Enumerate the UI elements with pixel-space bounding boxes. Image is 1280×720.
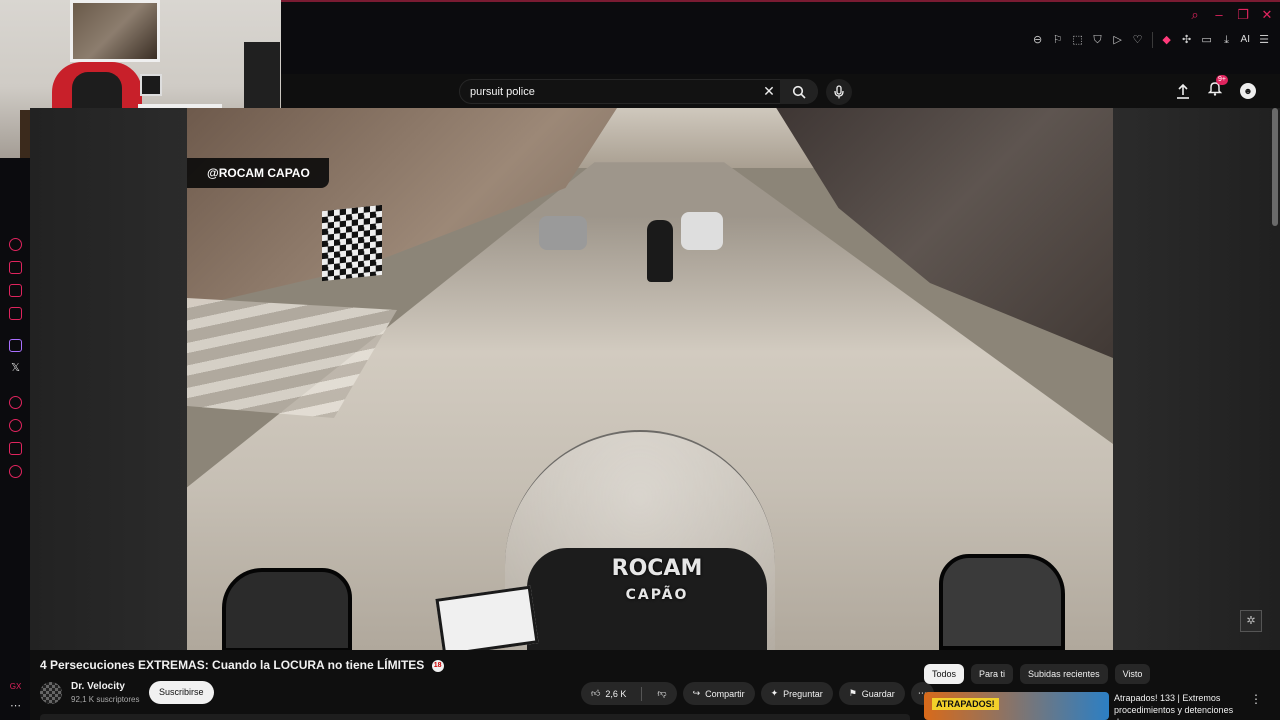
video-details: 4 Persecuciones EXTREMAS: Cuando la LOCU…: [30, 650, 1280, 720]
toolbar-divider: [1151, 32, 1153, 48]
screen: ⌕ ‒ ❐ ✕ ⊖ ⚐ ⬚ ⛉ ▷ ♡ ◆ ✣ ▭ ⤓ AI ☰ ✕: [0, 0, 1280, 720]
video-motorcyclist: [647, 220, 673, 282]
clear-search-icon[interactable]: ✕: [758, 83, 780, 100]
minimize-icon[interactable]: ‒: [1212, 8, 1226, 22]
like-divider: [641, 686, 643, 701]
zoom-icon[interactable]: ⊖: [1032, 33, 1044, 47]
subscribe-button[interactable]: Suscribirse: [149, 681, 214, 704]
like-dislike-group: 👍︎ 2,6 K 👎︎: [581, 682, 677, 705]
video-parked-car: [539, 216, 587, 250]
twitch-icon[interactable]: [9, 339, 22, 352]
snapshot-icon[interactable]: ⬚: [1072, 33, 1084, 47]
webcam-monitor: [140, 74, 162, 96]
wallet-icon[interactable]: ▭: [1201, 33, 1213, 47]
microphone-icon: [834, 85, 844, 99]
download-icon[interactable]: ⤓: [1221, 33, 1233, 47]
video-white-car: [681, 212, 723, 250]
x-twitter-icon[interactable]: 𝕏: [9, 362, 22, 375]
video-logo: ROCAM CAPÃO: [587, 556, 727, 626]
thumbnail-label: ATRAPADOS!: [932, 698, 999, 710]
heart-icon[interactable]: ♡: [1132, 33, 1144, 47]
recommended-more-icon[interactable]: ⋮: [1250, 692, 1262, 706]
extension-icon[interactable]: ◆: [1161, 33, 1173, 47]
share-button[interactable]: ↪ Compartir: [682, 682, 755, 705]
video-watermark: @ROCAM CAPAO: [187, 158, 329, 188]
sidebar-store-icon[interactable]: [9, 261, 22, 274]
puzzle-icon[interactable]: ✣: [1181, 33, 1193, 47]
player-ambient-right: [1113, 108, 1280, 650]
bookmark-icon: ⚑: [848, 688, 857, 698]
browser-titlebar: ⌕ ‒ ❐ ✕ ⊖ ⚐ ⬚ ⛉ ▷ ♡ ◆ ✣ ▭ ⤓ AI ☰: [281, 0, 1280, 74]
dislike-button[interactable]: 👎︎: [647, 682, 676, 705]
youtube-masthead: ✕ 9+ ☻: [281, 74, 1280, 108]
search-button[interactable]: [780, 79, 818, 104]
search-box: ✕: [459, 79, 818, 104]
channel-name[interactable]: Dr. Velocity: [71, 681, 125, 692]
chip-visto[interactable]: Visto: [1114, 664, 1151, 684]
bookmark-icon[interactable]: ⚐: [1052, 33, 1064, 47]
play-icon[interactable]: ▷: [1112, 33, 1124, 47]
more-icon[interactable]: ⋯: [9, 700, 22, 713]
settings-icon[interactable]: [9, 465, 22, 478]
notifications-button[interactable]: 9+: [1207, 75, 1228, 101]
player-ambient-left: [30, 108, 187, 650]
ask-label: Preguntar: [783, 688, 823, 699]
video-player[interactable]: ROCAM CAPÃO: [187, 108, 1113, 650]
share-label: Compartir: [705, 688, 745, 699]
logo-line-1: ROCAM: [611, 556, 703, 581]
share-icon: ↪: [692, 688, 701, 698]
thumbs-down-icon: 👎︎: [657, 688, 667, 698]
search-input[interactable]: [470, 85, 758, 98]
sparkle-icon: ✦: [770, 688, 779, 698]
recommended-video-thumbnail[interactable]: ATRAPADOS!: [924, 692, 1109, 720]
channel-avatar[interactable]: [40, 682, 62, 704]
video-title: 4 Persecuciones EXTREMAS: Cuando la LOCU…: [40, 658, 444, 672]
recommended-video-title[interactable]: Atrapados! 133 | Extremos procedimientos…: [1114, 692, 1250, 720]
gx-corner-icon[interactable]: GX: [9, 680, 22, 693]
video-actions: 👍︎ 2,6 K 👎︎ ↪ Compartir ✦ Preguntar ⚑ Gu…: [581, 682, 934, 705]
extensions-toolbar: ⊖ ⚐ ⬚ ⛉ ▷ ♡ ◆ ✣ ▭ ⤓ AI ☰: [1032, 32, 1270, 48]
video-title-text: 4 Persecuciones EXTREMAS: Cuando la LOCU…: [40, 658, 425, 672]
search-icon[interactable]: ⌕: [1188, 8, 1202, 22]
video-right-mirror: [939, 554, 1065, 650]
save-button[interactable]: ⚑ Guardar: [838, 682, 905, 705]
shield-icon[interactable]: ⛉: [1092, 33, 1104, 47]
sidebar-gx-icon[interactable]: [9, 238, 22, 251]
ask-button[interactable]: ✦ Preguntar: [760, 682, 833, 705]
account-avatar[interactable]: ☻: [1240, 82, 1256, 99]
history-icon[interactable]: [9, 419, 22, 432]
messenger-icon[interactable]: [9, 442, 22, 455]
related-filter-chips: Todos Para ti Subidas recientes Visto: [924, 664, 1151, 684]
window-controls: ⌕ ‒ ❐ ✕: [1188, 8, 1274, 22]
sidebar-tv-icon[interactable]: [9, 284, 22, 297]
player-icon[interactable]: [9, 396, 22, 409]
upload-icon[interactable]: [1176, 83, 1190, 99]
description-box-edge: [40, 714, 910, 720]
masthead-actions: 9+ ☻: [1176, 75, 1256, 101]
logo-line-2: CAPÃO: [625, 587, 689, 603]
sidebar-discord-icon[interactable]: [9, 307, 22, 320]
page-scrollbar[interactable]: [1272, 108, 1278, 226]
chip-todos[interactable]: Todos: [924, 664, 965, 684]
subscriber-count: 92,1 K suscriptores: [71, 695, 140, 704]
webcam-window: [70, 0, 160, 62]
save-label: Guardar: [861, 688, 895, 699]
like-count: 2,6 K: [605, 688, 627, 699]
video-checkered-wall: [322, 204, 382, 282]
age-restriction-badge: 18: [431, 659, 444, 672]
ai-button[interactable]: AI: [1241, 33, 1250, 47]
video-left-mirror: [222, 568, 352, 650]
maximize-icon[interactable]: ❐: [1236, 8, 1250, 22]
voice-search-button[interactable]: [826, 79, 852, 105]
menu-icon[interactable]: ☰: [1258, 33, 1270, 47]
chip-subidas-recientes[interactable]: Subidas recientes: [1020, 664, 1108, 684]
like-button[interactable]: 👍︎ 2,6 K: [581, 682, 636, 705]
notification-count-badge: 9+: [1216, 75, 1228, 85]
chip-para-ti[interactable]: Para ti: [971, 664, 1014, 684]
browser-sidebar: 𝕏 GX ⋯: [0, 158, 30, 720]
close-icon[interactable]: ✕: [1260, 8, 1274, 22]
miniplayer-icon[interactable]: ✲: [1240, 610, 1262, 632]
search-icon: [792, 85, 806, 99]
thumbs-up-icon: 👍︎: [591, 688, 601, 698]
